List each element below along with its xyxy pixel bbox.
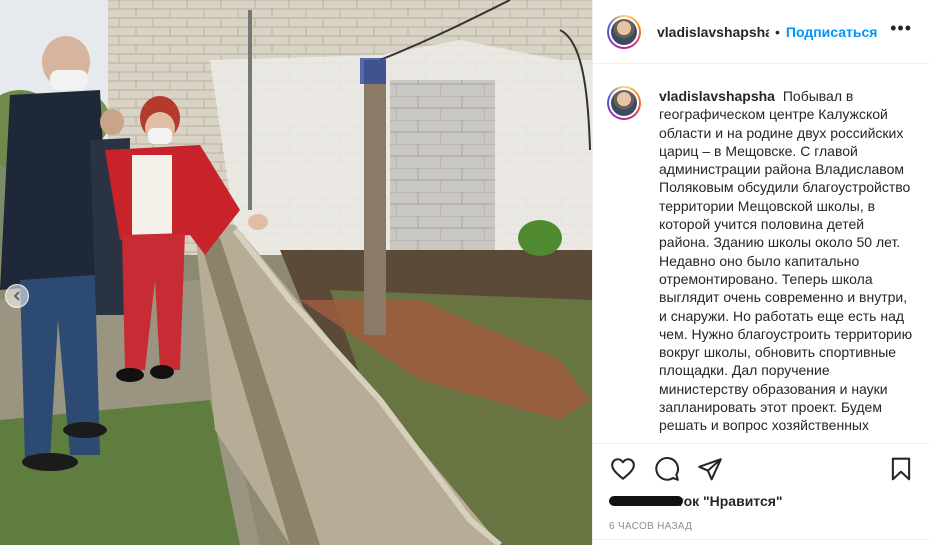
caption-username[interactable]: vladislavshapsha (659, 88, 775, 104)
likes-count[interactable]: ток "Нравится" (609, 493, 783, 509)
author-username[interactable]: vladislavshapsha (657, 24, 769, 40)
chevron-left-icon (13, 291, 20, 301)
post-photo-image (0, 0, 592, 545)
post-sidebar: vladislavshapsha • Подписаться ••• vladi… (592, 0, 929, 545)
instagram-post: vladislavshapsha • Подписаться ••• vladi… (0, 0, 929, 545)
heart-icon[interactable] (610, 456, 636, 482)
caption-body: vladislavshapsha Побывал в географическо… (659, 87, 913, 442)
previous-photo-button[interactable] (5, 284, 29, 308)
share-icon[interactable] (697, 456, 723, 482)
author-avatar[interactable] (607, 14, 641, 49)
more-options-icon[interactable]: ••• (890, 18, 912, 39)
comment-icon[interactable] (654, 456, 680, 482)
post-actions (593, 443, 929, 497)
post-photo[interactable] (0, 0, 592, 545)
likes-label: ток "Нравится" (676, 493, 783, 509)
caption-text: Побывал в географическом центре Калужско… (659, 88, 913, 434)
redacted-likes-number (609, 496, 683, 507)
post-timestamp[interactable]: 6 часов назад (609, 521, 692, 532)
avatar-image (611, 90, 637, 116)
avatar-image (611, 18, 637, 45)
caption-avatar[interactable] (607, 86, 641, 120)
avatar-ring (609, 88, 639, 118)
header-separator: • (775, 23, 780, 40)
post-caption: vladislavshapsha Побывал в географическо… (607, 86, 919, 442)
follow-button[interactable]: Подписаться (786, 24, 878, 40)
post-header: vladislavshapsha • Подписаться ••• (593, 0, 929, 64)
bookmark-icon[interactable] (888, 456, 914, 482)
avatar-ring (609, 16, 639, 47)
